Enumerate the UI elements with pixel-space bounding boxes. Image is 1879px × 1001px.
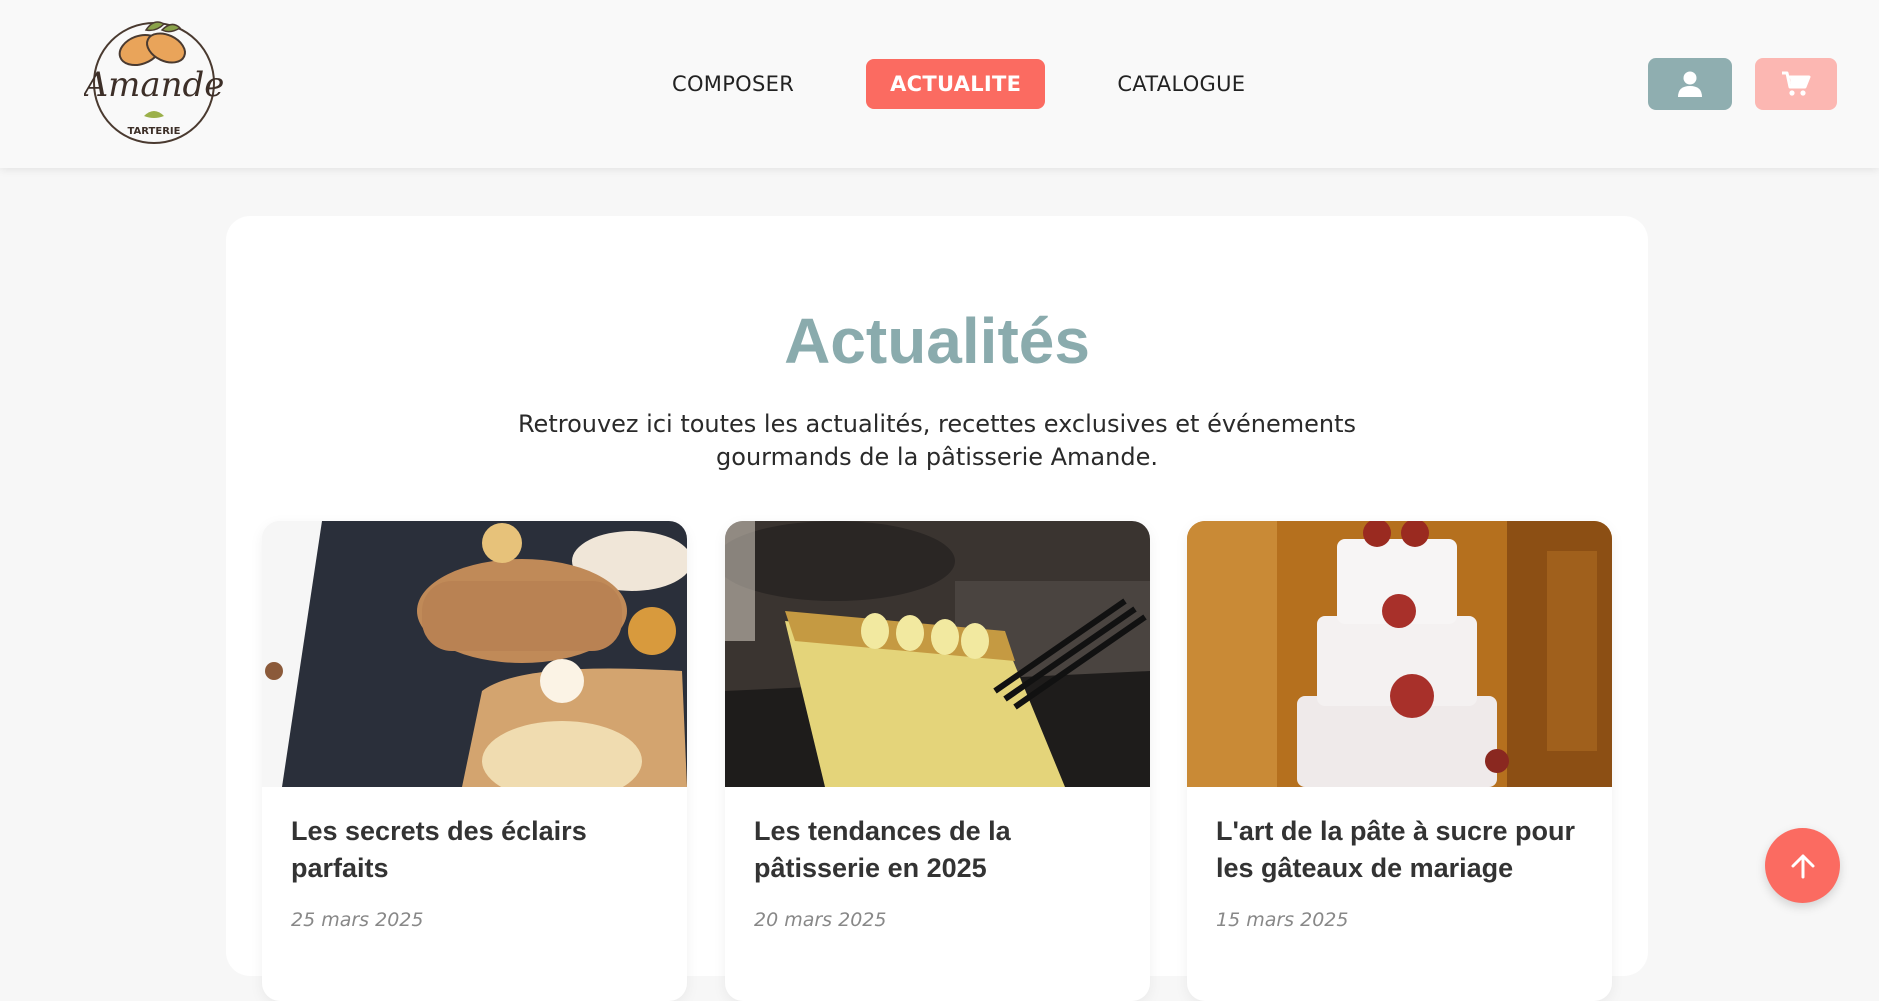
site-header: Amande TARTERIE COMPOSER ACTUALITE CATAL… — [0, 0, 1879, 168]
main-nav: COMPOSER ACTUALITE CATALOGUE — [648, 59, 1269, 109]
account-button[interactable] — [1648, 58, 1732, 110]
brand-name: Amande — [84, 65, 224, 105]
article-card[interactable]: Les tendances de la pâtisserie en 2025 2… — [725, 521, 1150, 1001]
logo[interactable]: Amande TARTERIE — [81, 16, 224, 146]
cart-icon — [1782, 71, 1811, 96]
article-image-wedding-cake — [1187, 521, 1612, 787]
news-section: Actualités Retrouvez ici toutes les actu… — [226, 216, 1648, 1001]
nav-item-actualite[interactable]: ACTUALITE — [866, 59, 1046, 109]
article-title[interactable]: Les secrets des éclairs parfaits — [291, 813, 661, 887]
cart-button[interactable] — [1755, 58, 1837, 110]
user-icon — [1678, 71, 1702, 97]
amande-logo: Amande TARTERIE — [81, 21, 224, 144]
page-intro: Retrouvez ici toutes les actualités, rec… — [517, 410, 1357, 471]
article-image-eclairs — [262, 521, 687, 787]
nav-item-composer[interactable]: COMPOSER — [648, 59, 818, 109]
brand-tagline: TARTERIE — [128, 126, 181, 137]
article-title[interactable]: Les tendances de la pâtisserie en 2025 — [754, 813, 1124, 887]
arrow-up-icon — [1791, 854, 1814, 878]
article-title[interactable]: L'art de la pâte à sucre pour les gâteau… — [1216, 813, 1586, 887]
article-card[interactable]: Les secrets des éclairs parfaits 25 mars… — [262, 521, 687, 1001]
article-date: 20 mars 2025 — [754, 909, 887, 931]
article-date: 25 mars 2025 — [291, 909, 424, 931]
article-card[interactable]: L'art de la pâte à sucre pour les gâteau… — [1187, 521, 1612, 1001]
page-title: Actualités — [784, 305, 1090, 377]
article-image-tart — [725, 521, 1150, 787]
scroll-to-top-button[interactable] — [1765, 828, 1840, 903]
article-date: 15 mars 2025 — [1216, 909, 1349, 931]
nav-item-catalogue[interactable]: CATALOGUE — [1093, 59, 1269, 109]
